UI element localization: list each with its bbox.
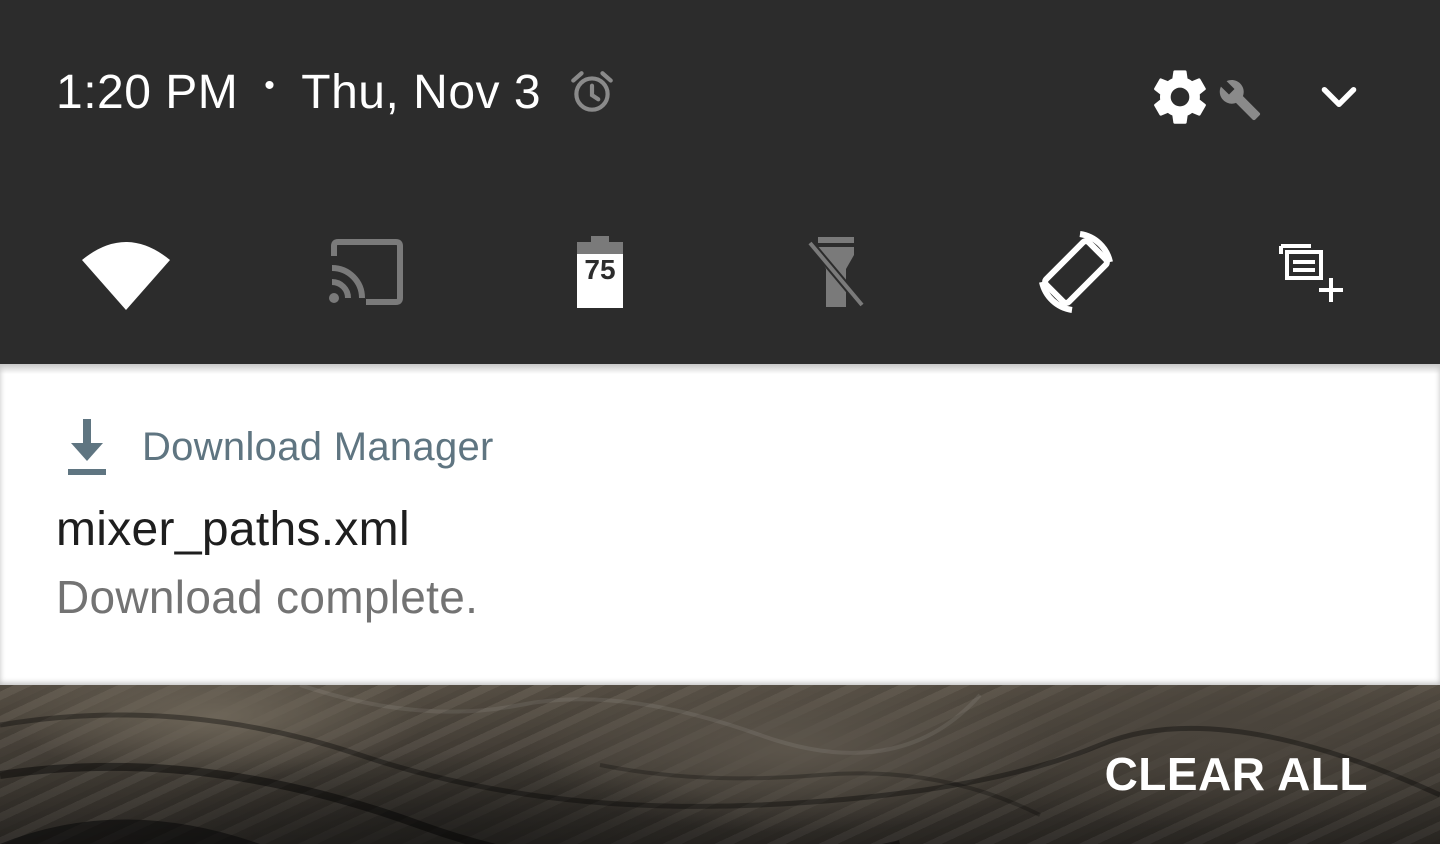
notification-text: Download complete. [56, 571, 479, 623]
cast-icon [320, 238, 404, 306]
notification-title: mixer_paths.xml [56, 503, 410, 556]
tile-battery[interactable]: 75 [550, 222, 650, 322]
gear-icon[interactable] [1148, 65, 1212, 129]
download-icon [62, 415, 112, 479]
add-tile-icon [1277, 240, 1347, 304]
status-row: 1:20 PM • Thu, Nov 3 [56, 58, 617, 126]
chevron-down-icon[interactable] [1314, 72, 1364, 122]
quick-settings-tiles: 75 [0, 222, 1440, 322]
separator-dot: • [264, 69, 276, 102]
wallpaper: CLEAR ALL [0, 685, 1440, 844]
tile-flashlight[interactable] [786, 222, 886, 322]
divider-shadow [0, 364, 1440, 374]
flashlight-off-icon [806, 235, 866, 309]
tile-auto-rotate[interactable] [1026, 222, 1126, 322]
notification-shade-header: 1:20 PM • Thu, Nov 3 75 [0, 0, 1440, 364]
wifi-icon [78, 232, 174, 312]
battery-icon: 75 [577, 236, 623, 308]
screen-rotation-icon [1032, 228, 1120, 316]
header-actions [1148, 62, 1364, 132]
clear-all-button[interactable]: CLEAR ALL [1105, 747, 1368, 801]
app-name: Download Manager [142, 424, 494, 469]
clock-time: 1:20 PM [56, 65, 239, 119]
download-notification[interactable]: Download Manager mixer_paths.xml Downloa… [0, 364, 1440, 685]
battery-level-text: 75 [584, 254, 616, 285]
tile-wifi[interactable] [76, 222, 176, 322]
notification-header: Download Manager [62, 412, 494, 482]
date-text[interactable]: Thu, Nov 3 [301, 65, 541, 120]
tile-cast[interactable] [312, 222, 412, 322]
wrench-icon[interactable] [1218, 78, 1262, 122]
tile-add[interactable] [1262, 222, 1362, 322]
alarm-clock-icon[interactable] [567, 67, 617, 117]
